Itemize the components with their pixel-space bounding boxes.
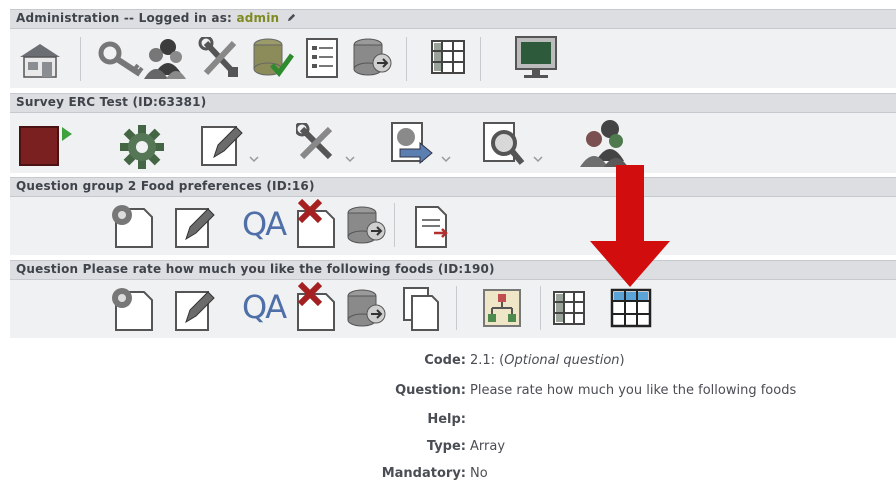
copy-question-icon[interactable] [402,286,442,332]
key-icon[interactable] [98,39,148,79]
type-label: Type: [426,439,466,454]
activate-survey-icon[interactable] [18,123,74,167]
question-label: Question: [395,383,466,398]
qa-label: QA [242,288,287,326]
survey-bar: Survey ERC Test (ID:63381) [10,93,896,113]
edit-answer-options-icon[interactable] [610,288,652,328]
separator [406,37,407,81]
templates-icon[interactable] [514,35,558,79]
export-question-icon[interactable] [344,288,388,332]
survey-bar-title: Survey ERC Test (ID:63381) [16,95,207,109]
code-value: 2.1: (Optional question) [470,353,625,368]
type-row: Type: Array [0,439,896,457]
user-groups-icon[interactable] [142,35,188,81]
separator [456,286,457,330]
help-label: Help: [427,412,466,427]
edit-user-icon[interactable] [287,13,296,22]
home-icon[interactable] [18,41,62,79]
question-toolbar: QA [10,280,896,338]
separator [480,37,481,81]
question-bar: Question Please rate how much you like t… [10,260,896,280]
list-surveys-icon[interactable] [304,37,340,79]
help-row: Help: [0,412,896,430]
qa-label: QA [242,205,287,243]
delete-question-icon[interactable] [294,282,338,332]
reorder-questions-icon[interactable] [412,203,452,249]
survey-toolbar [10,113,896,173]
question-value: Please rate how much you like the follow… [470,383,797,398]
backup-database-icon[interactable] [350,37,394,79]
survey-tools-icon[interactable] [296,123,358,167]
admin-toolbar [10,29,896,88]
edit-question-icon[interactable] [172,286,216,332]
question-bar-title: Question Please rate how much you like t… [16,262,495,276]
separator [394,203,395,247]
group-toolbar: QA [10,197,896,255]
export-group-icon[interactable] [344,205,388,249]
separator [80,37,81,81]
mandatory-value: No [470,466,488,481]
add-question-icon[interactable] [108,286,156,332]
conditions-icon[interactable] [482,288,522,328]
admin-bar-title: Administration -- Logged in as: admin [16,11,296,25]
participants-icon[interactable] [580,117,630,169]
export-icon[interactable] [386,121,452,167]
browse-responses-icon[interactable] [480,121,546,167]
edit-group-icon[interactable] [172,203,216,249]
code-label: Code: [424,353,466,368]
type-value: Array [470,439,506,454]
group-bar-title: Question group 2 Food preferences (ID:16… [16,179,315,193]
group-bar: Question group 2 Food preferences (ID:16… [10,177,896,197]
code-row: Code: 2.1: (Optional question) [0,353,896,371]
label-sets-icon[interactable] [430,39,466,75]
separator [540,286,541,330]
check-integrity-icon[interactable] [250,37,294,79]
mandatory-row: Mandatory: No [0,466,896,484]
global-settings-icon[interactable] [198,37,242,79]
delete-group-icon[interactable] [294,199,338,249]
edit-subquestions-icon[interactable] [552,290,586,326]
admin-bar: Administration -- Logged in as: admin [10,9,896,29]
logged-in-user[interactable]: admin [236,11,279,25]
edit-survey-icon[interactable] [200,123,260,167]
gear-icon[interactable] [120,125,164,169]
red-arrow-indicator [590,165,670,287]
mandatory-label: Mandatory: [381,466,466,481]
add-question-icon[interactable] [108,203,156,249]
question-row: Question: Please rate how much you like … [0,383,896,401]
